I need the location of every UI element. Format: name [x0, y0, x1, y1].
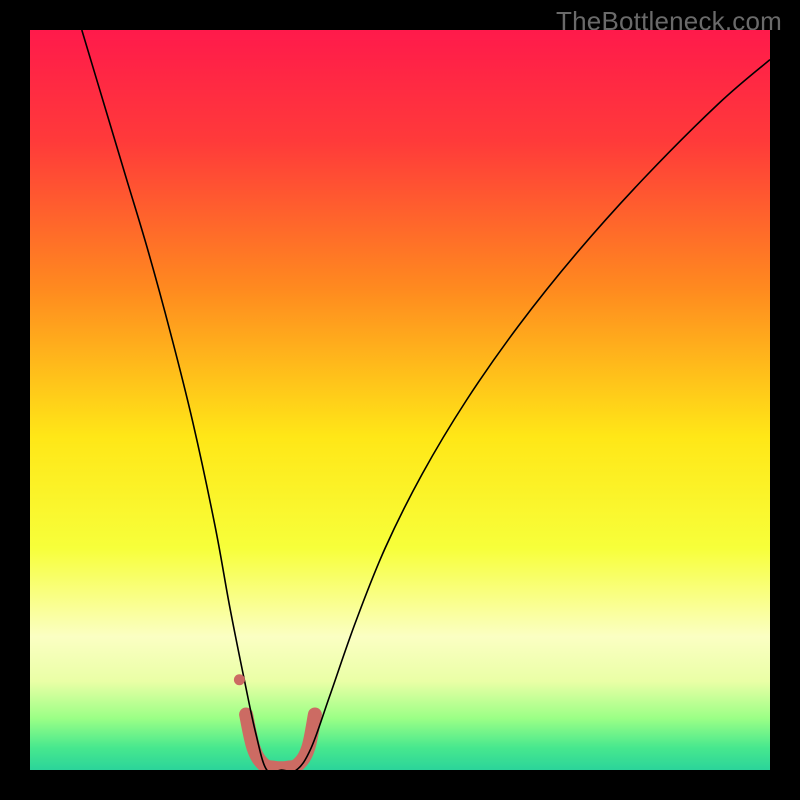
plot-area: [30, 30, 770, 770]
chart-svg: [30, 30, 770, 770]
chart-frame: TheBottleneck.com: [0, 0, 800, 800]
series-marker-dot: [234, 674, 245, 685]
gradient-background: [30, 30, 770, 770]
